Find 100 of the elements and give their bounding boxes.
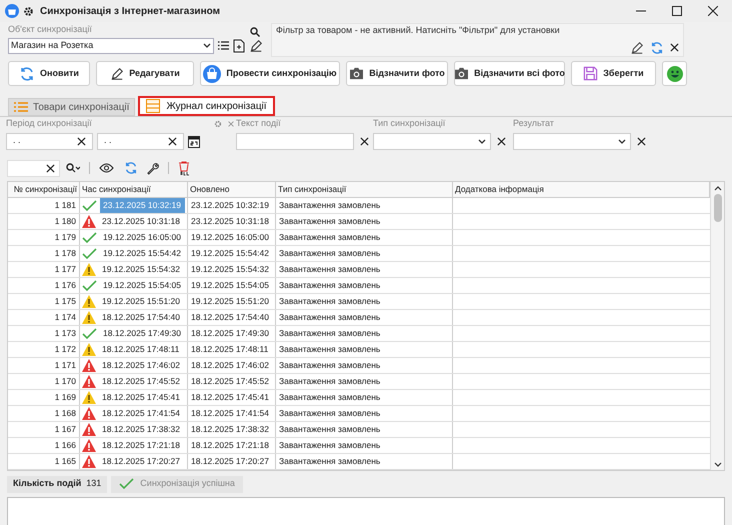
toolbar-button[interactable]: Оновити bbox=[8, 61, 90, 86]
clear-icon[interactable] bbox=[77, 136, 86, 146]
table-cell: Завантаження замовлень bbox=[276, 198, 453, 213]
table-cell: 18.12.2025 17:49:30 bbox=[188, 326, 276, 341]
table-cell: 1 178 bbox=[8, 246, 80, 261]
pencil-icon[interactable] bbox=[630, 40, 644, 54]
table-cell: Завантаження замовлень bbox=[276, 406, 453, 421]
table-cell-text: 18.12.2025 17:45:41 bbox=[101, 391, 181, 404]
event-text-field[interactable] bbox=[236, 132, 354, 150]
check-icon bbox=[119, 478, 134, 490]
tab[interactable]: Журнал синхронізації bbox=[138, 96, 275, 116]
table-cell: 18.12.2025 17:45:41 bbox=[188, 390, 276, 405]
clear-icon[interactable] bbox=[360, 136, 369, 146]
table-cell: 19.12.2025 16:05:00 bbox=[188, 230, 276, 245]
bag-icon[interactable] bbox=[203, 64, 222, 82]
warning-icon bbox=[82, 295, 96, 308]
maximize-icon[interactable] bbox=[672, 6, 682, 16]
table-cell: 19.12.2025 15:54:05 bbox=[188, 278, 276, 293]
clear-icon[interactable] bbox=[497, 136, 506, 146]
search-field[interactable] bbox=[7, 160, 60, 176]
table-cell: 1 173 bbox=[8, 326, 80, 341]
scroll-down-icon[interactable] bbox=[714, 462, 722, 467]
clear-icon[interactable] bbox=[46, 164, 55, 172]
smiley-icon bbox=[666, 66, 682, 82]
date-field[interactable]: . . bbox=[97, 132, 184, 150]
table-cell: 18.12.2025 17:41:54 bbox=[188, 406, 276, 421]
table-cell-text: 18.12.2025 17:38:32 bbox=[101, 423, 181, 436]
toolbar-button[interactable]: Редагувати bbox=[96, 61, 194, 86]
table-cell: 19.12.2025 15:54:32 bbox=[188, 262, 276, 277]
refresh-icon[interactable] bbox=[19, 66, 36, 82]
clear-icon[interactable] bbox=[168, 136, 177, 146]
clear-icon[interactable] bbox=[670, 43, 679, 52]
clear-icon[interactable] bbox=[637, 136, 646, 146]
pencil-icon[interactable] bbox=[110, 66, 124, 80]
table-cell: 1 176 bbox=[8, 278, 80, 293]
toolbar-button[interactable]: Зберегти bbox=[571, 61, 656, 86]
table-cell: Завантаження замовлень bbox=[276, 278, 453, 293]
smiley-button[interactable] bbox=[662, 61, 687, 86]
column-header[interactable]: Час синхронізації bbox=[80, 182, 188, 197]
field-label: Об'єкт синхронізації bbox=[8, 23, 92, 36]
table-cell: 23.12.2025 10:31:18 bbox=[188, 214, 276, 229]
error-icon bbox=[82, 407, 96, 420]
table-cell-text: 18.12.2025 17:21:18 bbox=[101, 439, 181, 452]
table-cell: 1 166 bbox=[8, 438, 80, 453]
refresh-icon[interactable] bbox=[650, 40, 664, 54]
table-cell-text: 19.12.2025 15:51:20 bbox=[101, 295, 181, 308]
column-header[interactable]: № синхронізації bbox=[8, 182, 80, 197]
gear-icon[interactable] bbox=[23, 6, 34, 16]
pencil-icon[interactable] bbox=[249, 38, 263, 52]
camera-icon[interactable] bbox=[454, 67, 470, 80]
toolbar-button[interactable]: Відзначити всі фото bbox=[454, 61, 565, 86]
table-cell: 18.12.2025 17:54:40 bbox=[188, 310, 276, 325]
caret-icon[interactable] bbox=[478, 138, 486, 144]
table-cell: 19.12.2025 15:51:20 bbox=[188, 294, 276, 309]
camera-icon[interactable] bbox=[349, 67, 364, 80]
refresh-icon[interactable] bbox=[124, 161, 138, 175]
table-cell: 1 172 bbox=[8, 342, 80, 357]
table-cell: 1 177 bbox=[8, 262, 80, 277]
table-cell: Завантаження замовлень bbox=[276, 390, 453, 405]
table-cell-text: 19.12.2025 16:05:00 bbox=[102, 231, 182, 244]
caret-icon[interactable] bbox=[618, 138, 626, 144]
scrollbar-thumb[interactable] bbox=[714, 194, 722, 222]
list-icon[interactable] bbox=[218, 41, 229, 50]
tab[interactable]: Товари синхронізації bbox=[8, 98, 136, 116]
column-header[interactable]: Оновлено bbox=[188, 182, 276, 197]
table-cell: 1 170 bbox=[8, 374, 80, 389]
field-label: Період синхронізації bbox=[6, 117, 93, 130]
error-icon bbox=[82, 375, 96, 388]
caret-icon[interactable] bbox=[203, 43, 211, 48]
table-cell: 23.12.2025 10:32:19 bbox=[100, 198, 185, 213]
table-cell: 18.12.2025 17:45:52 bbox=[188, 374, 276, 389]
scroll-up-icon[interactable] bbox=[714, 186, 722, 191]
toolbar-button[interactable]: Провести синхронізацію bbox=[200, 61, 340, 86]
table-cell: Завантаження замовлень bbox=[276, 422, 453, 437]
floppy-icon[interactable] bbox=[583, 66, 598, 81]
toolbar-button[interactable]: Відзначити фото bbox=[346, 61, 448, 86]
search-icon[interactable] bbox=[66, 163, 80, 173]
table-cell: Завантаження замовлень bbox=[276, 454, 453, 469]
event-count: 131 bbox=[86, 477, 102, 490]
add-document-icon[interactable] bbox=[233, 38, 245, 52]
column-header[interactable]: Тип синхронізації bbox=[276, 182, 453, 197]
delete-all-icon[interactable] bbox=[178, 160, 190, 176]
table-cell: 1 181 bbox=[8, 198, 80, 213]
table-cell: 18.12.2025 17:20:27 bbox=[188, 454, 276, 469]
table-cell: Завантаження замовлень bbox=[276, 246, 453, 261]
table-cell-text: 23.12.2025 10:31:18 bbox=[101, 215, 181, 228]
date-field[interactable]: . . bbox=[6, 132, 93, 150]
search-icon[interactable] bbox=[250, 26, 260, 36]
calendar-icon[interactable] bbox=[188, 134, 200, 148]
warning-icon bbox=[82, 391, 96, 404]
eye-icon[interactable] bbox=[99, 163, 114, 173]
close-icon[interactable] bbox=[708, 6, 718, 16]
app-icon bbox=[5, 4, 19, 18]
wrench-icon[interactable] bbox=[146, 162, 159, 174]
object-select[interactable]: Магазин на Розетка bbox=[8, 38, 214, 54]
table-cell: Завантаження замовлень bbox=[276, 294, 453, 309]
table-cell: 1 175 bbox=[8, 294, 80, 309]
field-label: Тип синхронізації bbox=[373, 117, 446, 130]
table-cell: 18.12.2025 17:46:02 bbox=[188, 358, 276, 373]
table-cell: Завантаження замовлень bbox=[276, 438, 453, 453]
